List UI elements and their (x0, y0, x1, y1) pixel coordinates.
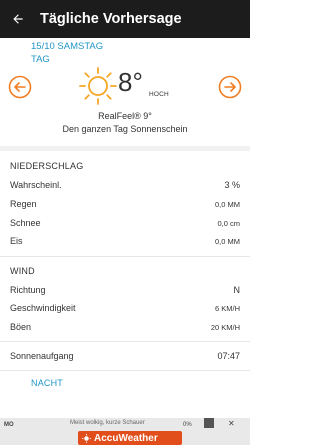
row-label: Böen (10, 322, 32, 332)
previous-day-button[interactable] (8, 75, 32, 99)
precip-row-probability: Wahrscheinl. 3 % (10, 177, 240, 193)
separator (0, 370, 250, 371)
arrow-back-icon (13, 14, 23, 24)
separator (0, 341, 250, 342)
row-value: 07:47 (217, 351, 240, 361)
separator (0, 256, 250, 257)
ad-text: Meist wolkig, kurze Schauer (70, 420, 145, 426)
precipitation-title: NIEDERSCHLAG (10, 161, 84, 171)
row-value: 0,0 MM (214, 199, 240, 209)
wind-row-direction: Richtung N (10, 282, 240, 298)
precip-row-snow: Schnee 0,0 cm (10, 215, 240, 231)
row-label: Wahrscheinl. (10, 180, 62, 190)
night-button[interactable]: NACHT (31, 378, 63, 388)
temperature-label: HOCH (149, 91, 169, 98)
row-value: N (233, 285, 241, 295)
page-title: Tägliche Vorhersage (40, 11, 182, 27)
brand-sun-icon (82, 433, 91, 443)
ad-badge-icon (204, 418, 214, 428)
ad-brand-text: AccuWeather (94, 432, 158, 444)
wind-title: WIND (10, 266, 35, 276)
row-label: Regen (10, 199, 37, 209)
next-day-button[interactable] (218, 75, 242, 99)
wind-row-speed: Geschwindigkeit 6 KM/H (10, 300, 240, 316)
row-label: Sonnenaufgang (10, 351, 74, 361)
row-label: Schnee (10, 218, 41, 228)
realfeel-text: RealFeel® 9° (98, 111, 152, 121)
ad-close-icon[interactable]: ✕ (228, 419, 235, 428)
row-value: 20 KM/H (210, 322, 240, 332)
row-label: Geschwindigkeit (10, 303, 76, 313)
day-header: 15/10 SAMSTAG TAG (31, 40, 121, 66)
date-label: 15/10 SAMSTAG (31, 41, 104, 52)
ad-brand-logo: AccuWeather (78, 431, 182, 445)
row-value: 0,0 cm (217, 218, 240, 228)
precip-row-ice: Eis 0,0 MM (10, 233, 240, 249)
sunrise-row: Sonnenaufgang 07:47 (10, 348, 240, 364)
temperature-value: 8° (118, 67, 143, 97)
row-value: 0,0 MM (214, 236, 240, 246)
wind-row-gusts: Böen 20 KM/H (10, 319, 240, 335)
back-button[interactable] (0, 0, 36, 38)
row-label: Richtung (10, 285, 46, 295)
app-bar: Tägliche Vorhersage (0, 0, 250, 38)
weather-description: Den ganzen Tag Sonnenschein (62, 124, 188, 134)
ad-prefix: MO (4, 422, 14, 428)
row-value: 6 KM/H (214, 303, 240, 313)
row-label: Eis (10, 236, 23, 246)
section-divider (0, 146, 250, 151)
ad-right-text: 0% (183, 422, 192, 428)
row-value: 3 % (224, 180, 240, 190)
sun-icon (79, 67, 117, 105)
ad-banner[interactable]: MO Meist wolkig, kurze Schauer AccuWeath… (0, 418, 250, 445)
precip-row-rain: Regen 0,0 MM (10, 196, 240, 212)
